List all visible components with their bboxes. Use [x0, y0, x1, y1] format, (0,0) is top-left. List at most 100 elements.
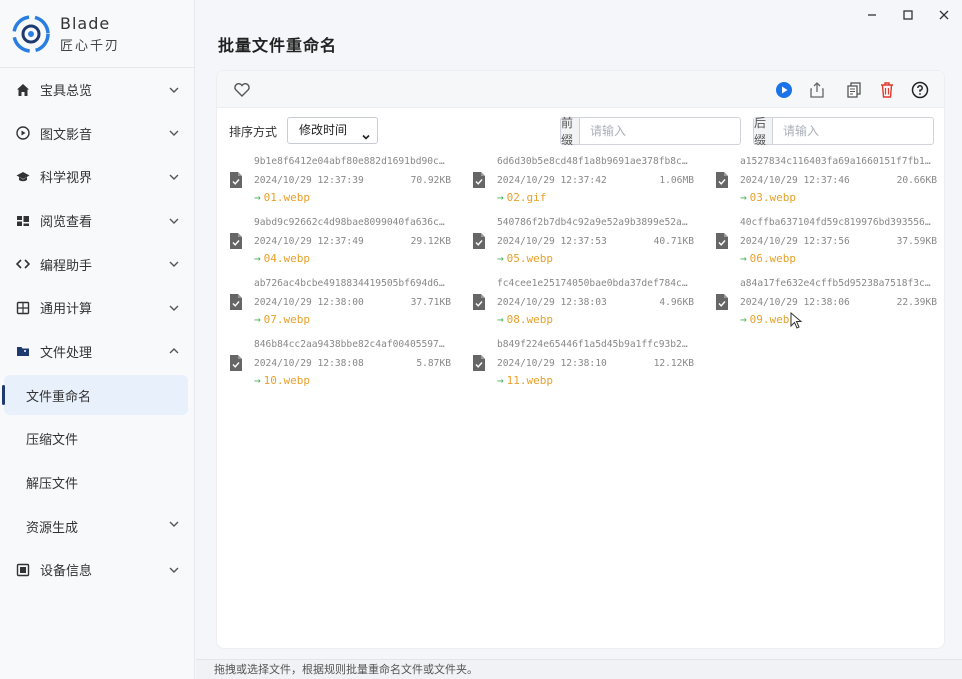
file-item[interactable]: a84a17fe632e4cffb5d95238a7518f3c… 2024/10…: [715, 275, 937, 331]
arrow-right-icon: →: [497, 313, 504, 326]
file-original-name: 9b1e8f6412e04abf80e882d1691bd90c…: [254, 156, 445, 167]
file-item[interactable]: b849f224e65446f1a5d45b9a1ffc93b2… 2024/10…: [472, 336, 694, 392]
chevron-down-icon: [168, 302, 180, 314]
prefix-input[interactable]: [580, 118, 740, 144]
maximize-icon[interactable]: [890, 4, 926, 26]
file-new-name-text: 11.webp: [506, 374, 553, 387]
grid-view-icon: [16, 214, 30, 228]
sidebar-subitem-file-rename[interactable]: 文件重命名: [2, 375, 188, 416]
sidebar-subitem-label: 压缩文件: [26, 433, 79, 449]
sidebar-item-science[interactable]: 科学视界: [0, 155, 194, 199]
app-subtitle: 匠心千刃: [60, 38, 121, 54]
file-original-name: a1527834c116403fa69a1660151f7fb1…: [740, 156, 931, 167]
file-new-name: → 06.webp: [740, 252, 796, 265]
file-item[interactable]: 9b1e8f6412e04abf80e882d1691bd90c… 2024/10…: [229, 153, 451, 209]
file-new-name: → 03.webp: [740, 191, 796, 204]
sidebar-item-label: 图文影音: [40, 127, 93, 143]
file-item[interactable]: a1527834c116403fa69a1660151f7fb1… 2024/10…: [715, 153, 937, 209]
status-text: 拖拽或选择文件，根据规则批量重命名文件或文件夹。: [214, 663, 478, 676]
file-size: 70.92KB: [410, 175, 451, 186]
sidebar-subitem-extract[interactable]: 解压文件: [0, 461, 194, 505]
sidebar-item-coding[interactable]: 编程助手: [0, 242, 194, 286]
file-check-icon: [229, 354, 243, 372]
file-new-name-text: 03.webp: [749, 191, 796, 204]
file-check-icon: [472, 232, 486, 250]
play-icon[interactable]: [775, 81, 793, 99]
suffix-input[interactable]: [773, 118, 933, 144]
chevron-down-icon: [168, 258, 180, 270]
copy-icon[interactable]: [845, 81, 863, 99]
chevron-down-icon: [361, 126, 371, 140]
suffix-label: 后缀: [754, 116, 773, 147]
file-original-name: fc4cee1e25174050bae0bda37def784c…: [497, 278, 688, 289]
file-size: 12.12KB: [653, 358, 694, 369]
sort-select[interactable]: 修改时间: [287, 117, 378, 144]
sidebar-subitem-resource-gen[interactable]: 资源生成: [0, 504, 194, 548]
calculator-icon: [16, 301, 30, 315]
sidebar-menu: 宝具总览 图文影音 科学视界 阅览查看 编程助手 通用计算 文件处理 文件重命名…: [0, 68, 194, 592]
app-logo: Blade 匠心千刃: [0, 0, 194, 68]
file-original-name: 6d6d30b5e8cd48f1a8b9691ae378fb8c…: [497, 156, 688, 167]
file-modified-date: 2024/10/29 12:37:42: [497, 175, 607, 186]
file-item[interactable]: 6d6d30b5e8cd48f1a8b9691ae378fb8c… 2024/10…: [472, 153, 694, 209]
file-new-name: → 04.webp: [254, 252, 310, 265]
arrow-right-icon: →: [254, 374, 261, 387]
file-item[interactable]: 9abd9c92662c4d98bae8099040fa636c… 2024/10…: [229, 214, 451, 270]
prefix-field: 前缀: [560, 116, 741, 147]
file-original-name: 40cffba637104fd59c819976bd393556…: [740, 217, 931, 228]
graduation-cap-icon: [16, 170, 30, 184]
prefix-label: 前缀: [561, 116, 580, 147]
file-size: 20.66KB: [896, 175, 937, 186]
file-original-name: 846b84cc2aa9438bbe82c4af00405597…: [254, 339, 445, 350]
rename-panel: 排序方式 修改时间 前缀 后缀 9b1e8f6412e04abf80e882d1…: [216, 70, 945, 649]
sidebar-item-label: 通用计算: [40, 302, 93, 318]
sidebar-subitem-label: 资源生成: [26, 520, 79, 536]
trash-icon[interactable]: [878, 81, 896, 99]
app-name: Blade: [60, 13, 111, 33]
file-item[interactable]: 40cffba637104fd59c819976bd393556… 2024/10…: [715, 214, 937, 270]
sidebar-item-overview[interactable]: 宝具总览: [0, 68, 194, 112]
file-original-name: ab726ac4bcbe4918834419505bf694d6…: [254, 278, 445, 289]
suffix-field: 后缀: [753, 116, 934, 147]
status-bar: 拖拽或选择文件，根据规则批量重命名文件或文件夹。: [196, 659, 962, 679]
minimize-icon[interactable]: [854, 4, 890, 26]
file-check-icon: [715, 293, 729, 311]
file-check-icon: [472, 171, 486, 189]
sidebar-item-calculator[interactable]: 通用计算: [0, 286, 194, 330]
file-check-icon: [472, 293, 486, 311]
file-item[interactable]: 846b84cc2aa9438bbe82c4af00405597… 2024/10…: [229, 336, 451, 392]
sidebar-item-file-processing[interactable]: 文件处理: [0, 330, 194, 374]
arrow-right-icon: →: [254, 252, 261, 265]
heart-icon[interactable]: [233, 81, 251, 99]
close-icon[interactable]: [926, 4, 962, 26]
chevron-down-icon: [168, 518, 180, 534]
code-icon: [16, 257, 30, 271]
main-content: 批量文件重命名 排序方式 修改时间 前缀 后缀 9b1e8: [196, 0, 962, 679]
media-play-icon: [16, 126, 30, 141]
file-size: 1.06MB: [659, 175, 694, 186]
sidebar-item-media[interactable]: 图文影音: [0, 112, 194, 156]
chevron-down-icon: [168, 127, 180, 139]
arrow-right-icon: →: [740, 191, 747, 204]
sidebar-item-viewer[interactable]: 阅览查看: [0, 199, 194, 243]
file-item[interactable]: ab726ac4bcbe4918834419505bf694d6… 2024/10…: [229, 275, 451, 331]
arrow-right-icon: →: [740, 313, 747, 326]
file-check-icon: [229, 232, 243, 250]
sidebar-item-label: 宝具总览: [40, 84, 93, 100]
file-size: 4.96KB: [659, 297, 694, 308]
file-item[interactable]: 540786f2b7db4c92a9e52a9b3899e52a… 2024/10…: [472, 214, 694, 270]
file-new-name: → 01.webp: [254, 191, 310, 204]
sidebar: Blade 匠心千刃 宝具总览 图文影音 科学视界 阅览查看 编程助手 通用计算…: [0, 0, 195, 679]
arrow-right-icon: →: [740, 252, 747, 265]
file-item[interactable]: fc4cee1e25174050bae0bda37def784c… 2024/10…: [472, 275, 694, 331]
sidebar-subitem-compress[interactable]: 压缩文件: [0, 417, 194, 461]
export-icon[interactable]: [808, 81, 826, 99]
file-new-name-text: 08.webp: [506, 313, 553, 326]
help-icon[interactable]: [911, 81, 929, 99]
sidebar-item-label: 科学视界: [40, 171, 93, 187]
file-new-name-text: 07.webp: [263, 313, 310, 326]
sidebar-item-device-info[interactable]: 设备信息: [0, 548, 194, 592]
chevron-up-icon: [168, 345, 180, 357]
chevron-down-icon: [168, 564, 180, 576]
file-original-name: b849f224e65446f1a5d45b9a1ffc93b2…: [497, 339, 688, 350]
